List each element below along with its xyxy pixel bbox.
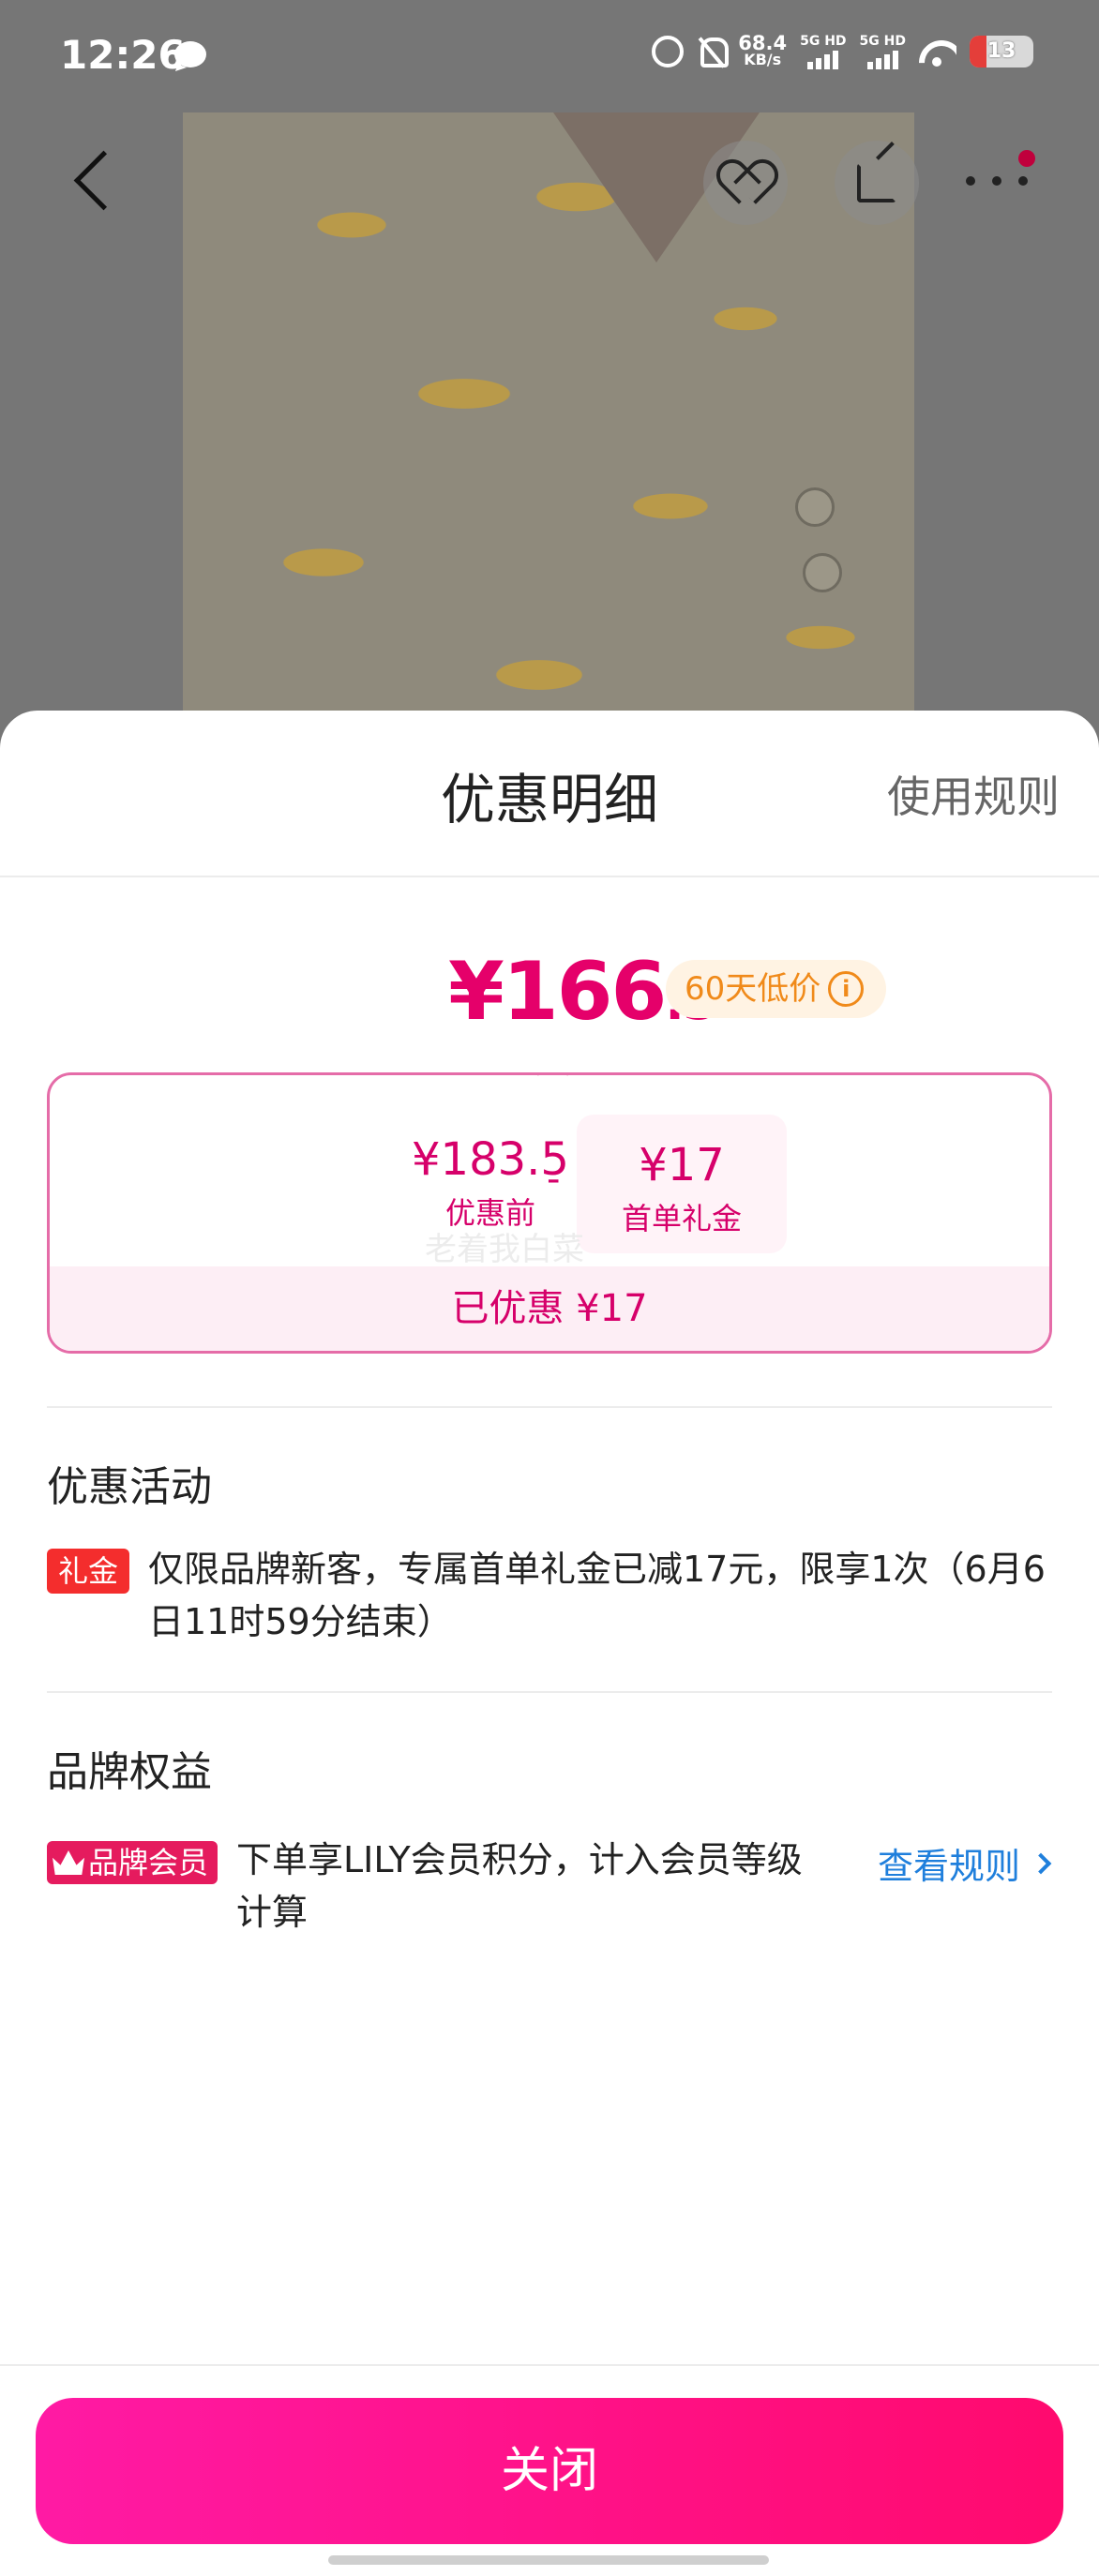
status-time: 12:26 bbox=[60, 32, 186, 78]
wifi-icon bbox=[919, 37, 956, 67]
gift-money-tag: 礼金 bbox=[47, 1549, 130, 1594]
chevron-right-icon bbox=[1030, 1852, 1052, 1874]
brand-member-label: 品牌会员 bbox=[88, 1845, 209, 1880]
status-bar: 12:26 68.4 KB/s 5G HD 5G HD 13 bbox=[0, 0, 1099, 112]
discount-detail-sheet: 优惠明细 使用规则 ¥166.5 60天低价 i ¥183.5 优惠前 - ¥1… bbox=[0, 711, 1099, 2576]
product-image bbox=[183, 112, 914, 750]
info-icon: i bbox=[828, 971, 865, 1007]
activity-description: 仅限品牌新客，专属首单礼金已减17元，限享1次（6月6日11时59分结束） bbox=[148, 1549, 1046, 1642]
product-image-backdrop bbox=[0, 0, 1099, 750]
view-rules-label: 查看规则 bbox=[877, 1846, 1020, 1887]
usage-rules-link[interactable]: 使用规则 bbox=[887, 763, 1060, 825]
crown-icon bbox=[53, 1850, 84, 1875]
sheet-header: 优惠明细 使用规则 bbox=[0, 711, 1099, 877]
more-button[interactable] bbox=[956, 150, 1041, 216]
share-arrow bbox=[876, 142, 895, 160]
brand-member-tag: 品牌会员 bbox=[47, 1841, 218, 1884]
signal-bars-icon bbox=[866, 49, 898, 69]
back-button[interactable] bbox=[66, 150, 122, 216]
saved-amount: 已优惠 ¥17 bbox=[50, 1266, 1049, 1351]
signal-sim1: 5G HD bbox=[800, 34, 847, 69]
footer-divider bbox=[0, 2364, 1099, 2366]
low-price-badge[interactable]: 60天低价 i bbox=[666, 960, 887, 1018]
share-button[interactable] bbox=[835, 141, 919, 225]
signal-sim2-label: 5G HD bbox=[859, 34, 906, 49]
divider bbox=[47, 1406, 1052, 1408]
signal-bars-icon bbox=[807, 49, 839, 69]
signal-sim2: 5G HD bbox=[860, 34, 906, 69]
divider bbox=[47, 1691, 1052, 1693]
price-breakdown-card: ¥183.5 优惠前 - ¥17 首单礼金 老着我白菜 已优惠 ¥17 bbox=[47, 1072, 1052, 1354]
notification-dot bbox=[1018, 150, 1035, 167]
final-price-row: ¥166.5 bbox=[0, 945, 1099, 1048]
view-rules-link[interactable]: 查看规则 bbox=[877, 1837, 1052, 1889]
message-icon bbox=[174, 41, 206, 67]
coupon-amount: ¥17 bbox=[639, 1139, 725, 1191]
battery-level: 13 bbox=[986, 39, 1016, 63]
more-icon bbox=[966, 176, 1028, 186]
network-speed-unit: KB/s bbox=[744, 51, 782, 68]
network-speed-value: 68.4 bbox=[738, 32, 788, 54]
activities-title: 优惠活动 bbox=[47, 1463, 212, 1511]
close-button[interactable]: 关闭 bbox=[36, 2398, 1063, 2544]
coupon-block: ¥17 首单礼金 bbox=[577, 1115, 787, 1253]
low-price-label: 60天低价 bbox=[685, 970, 821, 1008]
home-indicator[interactable] bbox=[328, 2555, 769, 2565]
minus-sign: - bbox=[547, 1158, 561, 1201]
battery-icon: 13 bbox=[970, 36, 1033, 67]
original-amount: ¥183.5 bbox=[412, 1133, 569, 1186]
favorite-add-icon bbox=[724, 163, 767, 202]
status-icons: 68.4 KB/s 5G HD 5G HD 13 bbox=[652, 34, 1033, 69]
garment-button bbox=[803, 553, 842, 592]
share-icon bbox=[857, 163, 896, 202]
final-price-integer: ¥166 bbox=[448, 945, 667, 1039]
coupon-label: 首单礼金 bbox=[621, 1201, 742, 1236]
benefit-description: 下单享LILY会员积分，计入会员等级计算 bbox=[236, 1839, 803, 1933]
signal-sim1-label: 5G HD bbox=[800, 34, 847, 49]
original-price-block: ¥183.5 优惠前 bbox=[369, 1133, 612, 1233]
brand-benefits-title: 品牌权益 bbox=[47, 1748, 212, 1796]
network-speed: 68.4 KB/s bbox=[738, 32, 788, 68]
garment-button bbox=[795, 487, 835, 527]
mute-icon bbox=[697, 36, 730, 67]
favorite-button[interactable] bbox=[703, 141, 788, 225]
alarm-icon bbox=[652, 36, 685, 67]
watermark: 老着我白菜 bbox=[425, 1231, 584, 1268]
